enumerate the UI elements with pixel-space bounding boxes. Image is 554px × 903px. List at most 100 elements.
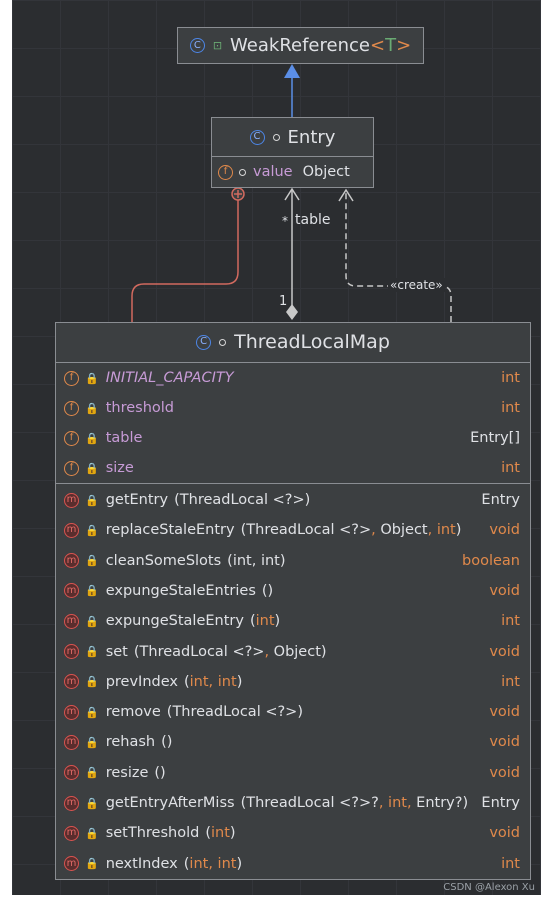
param-token: Entry [416, 795, 455, 811]
weakreference-class-box[interactable]: C ⊡ WeakReference<T> [177, 27, 424, 64]
param-token: ) [297, 704, 303, 721]
param-token: int, int [232, 552, 280, 569]
method-name: expungeStaleEntry [105, 613, 244, 630]
static-class-icon: C [196, 334, 212, 350]
method-row[interactable]: m 🔒 setThreshold (int) void [56, 818, 530, 848]
method-return-type: void [489, 643, 520, 660]
method-icon: m [64, 795, 79, 811]
lock-icon: 🔒 [85, 826, 99, 840]
param-token: ) [236, 855, 243, 872]
create-label: «create» [388, 278, 445, 292]
field-name: size [105, 460, 134, 476]
diagram-canvas: C ⊡ WeakReference<T> C Entry f value Obj… [12, 0, 541, 895]
method-row[interactable]: m 🔒 set (ThreadLocal <?>, Object) void [56, 637, 530, 667]
method-params: (ThreadLocal <?>, Object, int) [241, 522, 462, 538]
method-icon: m [64, 583, 79, 599]
method-return-type: void [489, 522, 520, 539]
param-token: , [264, 643, 274, 660]
method-return-type: int [501, 613, 520, 630]
method-return-type: int [501, 855, 520, 872]
method-name: setThreshold [105, 825, 200, 842]
lock-icon: 🔒 [85, 857, 99, 871]
lock-icon: 🔒 [85, 584, 99, 598]
method-icon: m [64, 765, 79, 781]
method-row[interactable]: m 🔒 resize () void [56, 758, 530, 788]
param-token: int [211, 825, 230, 842]
field-row[interactable]: f 🔒 threshold int [56, 393, 530, 423]
public-dot-icon [272, 133, 280, 141]
method-row[interactable]: m 🔒 cleanSomeSlots (int, int) boolean [56, 546, 530, 576]
method-row[interactable]: m 🔒 remove (ThreadLocal <?>) void [56, 697, 530, 727]
entry-field-row[interactable]: f value Object [212, 157, 373, 187]
method-return-type: Entry [481, 492, 520, 508]
param-token: Object [273, 643, 321, 660]
param-token: ) [279, 552, 286, 569]
method-params: (ThreadLocal <?>?, int, Entry?) [241, 795, 469, 811]
param-token: ) [236, 673, 243, 690]
public-dot-icon [219, 338, 227, 346]
field-name: INITIAL_CAPACITY [105, 370, 234, 386]
field-row[interactable]: f 🔒 size int [56, 453, 530, 483]
param-token: Object [380, 522, 428, 539]
create-dependency-line [345, 190, 452, 322]
method-row[interactable]: m 🔒 replaceStaleEntry (ThreadLocal <?>, Obj… [56, 515, 530, 545]
entry-title: Entry [287, 126, 336, 148]
method-return-type: Entry [481, 795, 520, 811]
table-label: table [295, 212, 331, 228]
method-row[interactable]: m 🔒 expungeStaleEntries () void [56, 576, 530, 606]
param-token: ) [304, 492, 311, 508]
method-icon: m [64, 704, 79, 720]
method-params: () [161, 734, 172, 750]
inheritance-arrowhead [284, 64, 300, 78]
param-token: ThreadLocal <?> [246, 522, 372, 539]
public-icon: ⊡ [212, 39, 223, 52]
entry-class-box[interactable]: C Entry f value Object [211, 117, 374, 188]
method-name: getEntry [105, 492, 169, 508]
static-class-icon: C [249, 129, 265, 145]
param-token: , [406, 795, 417, 811]
method-row[interactable]: m 🔒 getEntryAfterMiss (ThreadLocal <?>?, in… [56, 788, 530, 818]
method-icon: m [64, 613, 79, 629]
method-row[interactable]: m 🔒 expungeStaleEntry (int) int [56, 606, 530, 636]
param-token: ? [371, 795, 379, 811]
method-icon: m [64, 856, 79, 872]
param-token: ) [274, 613, 281, 630]
param-token: ) [320, 643, 327, 660]
method-name: getEntryAfterMiss [105, 795, 235, 811]
field-type: Entry[] [470, 430, 520, 446]
field-type: int [501, 370, 520, 386]
method-row[interactable]: m 🔒 prevIndex (int, int) int [56, 667, 530, 697]
param-token: , [427, 522, 437, 539]
method-params: () [154, 765, 165, 781]
method-icon: m [64, 734, 79, 750]
param-token: int, int [189, 673, 237, 690]
method-name: rehash [105, 734, 156, 751]
method-params: (int) [250, 613, 280, 629]
lock-icon: 🔒 [85, 675, 99, 689]
method-row[interactable]: m 🔒 rehash () void [56, 727, 530, 757]
lock-icon: 🔒 [85, 371, 99, 385]
field-row[interactable]: f 🔒 table Entry[] [56, 423, 530, 453]
param-token: () [161, 734, 173, 751]
method-params: (int, int) [227, 553, 285, 569]
method-row[interactable]: m 🔒 nextIndex (int, int) int [56, 849, 530, 879]
field-row[interactable]: f 🔒 INITIAL_CAPACITY int [56, 363, 530, 393]
param-token: ) [455, 522, 462, 539]
method-row[interactable]: m 🔒 getEntry (ThreadLocal <?>) Entry [56, 485, 530, 515]
param-token: ThreadLocal <?> [246, 795, 372, 811]
threadlocalmap-title: ThreadLocalMap [234, 331, 390, 353]
field-name: value [253, 164, 293, 180]
field-icon: f [64, 430, 79, 446]
lock-icon: 🔒 [85, 554, 99, 568]
field-icon: f [218, 164, 233, 180]
param-token: ThreadLocal <?> [139, 643, 265, 660]
param-token: ) [229, 825, 236, 842]
method-icon: m [64, 644, 79, 659]
field-type: int [501, 400, 520, 416]
method-name: set [105, 643, 128, 660]
method-icon: m [64, 553, 79, 569]
method-params: (ThreadLocal <?>) [174, 492, 310, 508]
field-icon: f [64, 400, 79, 416]
threadlocalmap-class-box[interactable]: C ThreadLocalMap f 🔒 INITIAL_CAPACITY int f 🔒… [55, 322, 531, 880]
method-return-type: boolean [462, 552, 520, 569]
